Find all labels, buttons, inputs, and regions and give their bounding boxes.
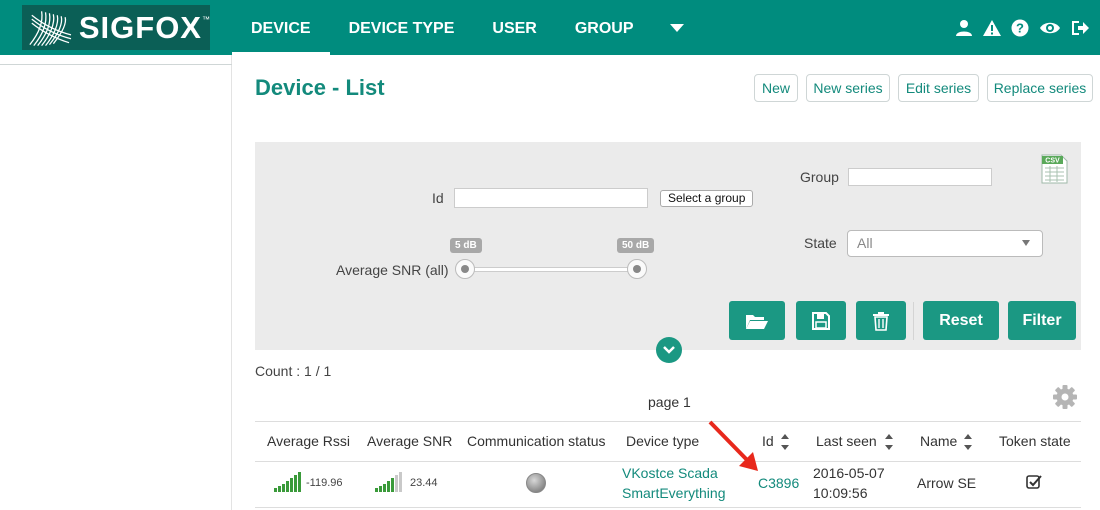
alert-icon[interactable] — [982, 18, 1002, 38]
top-right-icons: ? — [954, 0, 1090, 55]
caret-down-icon — [669, 23, 684, 32]
sigfox-logo-mark-icon — [29, 11, 72, 47]
new-button[interactable]: New — [754, 74, 798, 102]
csv-label: CSV — [1045, 158, 1060, 165]
top-navigation-bar: SIGFOX ™ DEVICE DEVICE TYPE USER GROUP ? — [0, 0, 1100, 55]
sort-last-seen-icon[interactable] — [884, 431, 894, 453]
brand-name: SIGFOX — [78, 9, 202, 45]
device-name-value: Arrow SE — [917, 475, 977, 491]
brand-trademark: ™ — [202, 15, 210, 24]
eye-icon[interactable] — [1038, 18, 1062, 38]
column-header-average-snr: Average SNR — [367, 433, 453, 449]
edit-series-button[interactable]: Edit series — [898, 74, 979, 102]
table-bottom-border — [255, 507, 1081, 508]
table-top-border — [255, 421, 1081, 422]
nav-item-user[interactable]: USER — [473, 0, 555, 55]
token-state-checkbox-icon — [1026, 475, 1042, 489]
nav-item-group[interactable]: GROUP — [556, 0, 653, 55]
snr-min-value: 5 dB — [450, 238, 482, 253]
avg-rssi-value: -119.96 — [306, 477, 343, 489]
snr-filter-label: Average SNR (all) — [336, 262, 449, 278]
snr-min-handle[interactable] — [455, 259, 475, 279]
main-nav: DEVICE DEVICE TYPE USER GROUP — [232, 0, 701, 55]
page-indicator: page 1 — [648, 394, 691, 410]
collapse-filter-button[interactable] — [656, 337, 682, 363]
save-icon — [812, 311, 830, 330]
column-header-average-rssi: Average Rssi — [267, 433, 351, 449]
sort-name-icon[interactable] — [963, 431, 973, 453]
last-seen-time: 10:09:56 — [813, 485, 868, 501]
snr-max-value: 50 dB — [617, 238, 655, 253]
nav-more-button[interactable] — [653, 0, 701, 55]
gear-icon[interactable] — [1052, 384, 1078, 410]
group-filter-input[interactable] — [848, 168, 992, 186]
delete-filter-button[interactable] — [856, 301, 906, 340]
svg-text:?: ? — [1016, 20, 1024, 35]
column-header-last-seen[interactable]: Last seen — [816, 433, 877, 449]
save-filter-button[interactable] — [796, 301, 846, 340]
communication-status-indicator — [526, 473, 546, 493]
state-select[interactable]: All — [847, 230, 1043, 257]
nav-item-device[interactable]: DEVICE — [232, 0, 330, 55]
last-seen-date: 2016-05-07 — [813, 465, 885, 481]
state-select-value: All — [857, 235, 873, 251]
id-filter-input[interactable] — [454, 188, 648, 208]
reset-button[interactable]: Reset — [923, 301, 999, 340]
annotation-arrow-icon — [708, 420, 758, 471]
sigfox-logo[interactable]: SIGFOX ™ — [22, 5, 210, 50]
sidebar-divider — [0, 64, 232, 65]
id-filter-label: Id — [432, 190, 444, 206]
folder-open-icon — [746, 314, 768, 329]
device-type-line-2: SmartEverything — [622, 485, 726, 501]
avg-snr-value: 23.44 — [410, 477, 438, 489]
page-title: Device - List — [255, 75, 385, 100]
select-group-button[interactable]: Select a group — [660, 190, 754, 207]
last-seen-value: 2016-05-07 10:09:56 — [813, 463, 885, 503]
new-series-button[interactable]: New series — [806, 74, 890, 102]
filter-button[interactable]: Filter — [1008, 301, 1076, 340]
state-filter-label: State — [804, 235, 837, 251]
left-sidebar — [0, 55, 232, 510]
replace-series-button[interactable]: Replace series — [987, 74, 1093, 102]
snr-max-handle[interactable] — [627, 259, 647, 279]
group-filter-label: Group — [800, 169, 839, 185]
column-header-communication-status: Communication status — [467, 433, 606, 449]
rssi-signal-icon — [274, 472, 301, 492]
help-icon[interactable]: ? — [1010, 18, 1030, 38]
logout-icon[interactable] — [1070, 18, 1090, 38]
snr-signal-icon — [375, 472, 402, 492]
result-count: Count : 1 / 1 — [255, 363, 332, 379]
trash-icon — [873, 311, 889, 331]
column-header-device-type: Device type — [626, 433, 700, 449]
button-separator — [913, 302, 914, 340]
chevron-down-icon — [663, 346, 675, 354]
open-filter-button[interactable] — [729, 301, 785, 340]
user-icon[interactable] — [954, 18, 974, 38]
snr-slider-track[interactable] — [462, 267, 638, 272]
sort-id-icon[interactable] — [780, 431, 790, 453]
column-header-name[interactable]: Name — [920, 433, 957, 449]
chevron-down-icon — [1022, 240, 1030, 246]
csv-export-icon[interactable]: CSV — [1041, 154, 1068, 184]
nav-item-device-type[interactable]: DEVICE TYPE — [330, 0, 474, 55]
column-header-token-state: Token state — [999, 433, 1071, 449]
